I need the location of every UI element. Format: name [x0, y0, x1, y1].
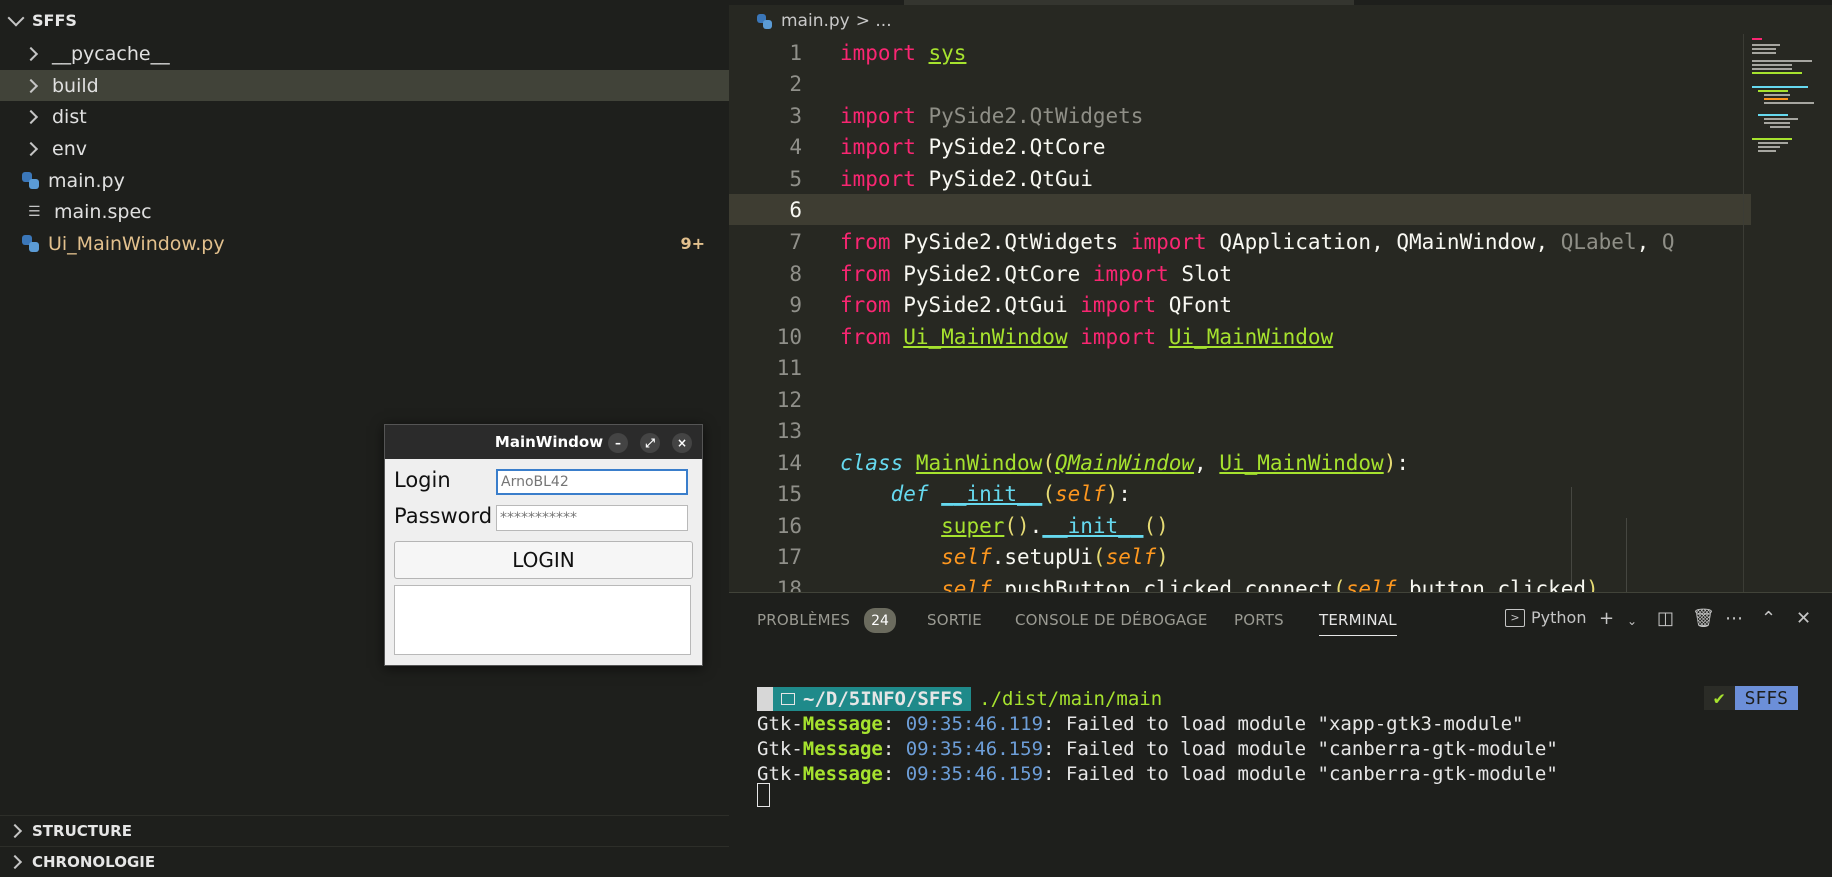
code-line: 13: [776, 418, 802, 443]
tree-item-pycache[interactable]: __pycache__: [0, 38, 729, 69]
code-line: 5 import PySide2.QtGui: [789, 166, 1093, 191]
split-terminal-icon[interactable]: ◫: [1657, 608, 1674, 629]
minimize-icon[interactable]: –: [608, 433, 628, 453]
chevron-down-icon[interactable]: ⌄: [1627, 614, 1637, 628]
chevron-right-icon: [23, 46, 39, 61]
right-prompt-dir: SFFS: [1734, 686, 1798, 710]
tree-item-label: main.spec: [54, 200, 152, 223]
qt-window-titlebar[interactable]: MainWindow – ⤢ ×: [385, 425, 702, 459]
qt-window-body: Login Password LOGIN: [385, 459, 702, 665]
terminal-profile-label: Python: [1531, 608, 1587, 627]
new-terminal-plus-icon[interactable]: +: [1599, 608, 1614, 629]
code-line: 8 from PySide2.QtCore import Slot: [789, 261, 1232, 286]
qt-main-window: MainWindow – ⤢ × Login Password LOGIN: [384, 424, 703, 666]
code-line: 12: [776, 387, 802, 412]
chevron-right-icon: [23, 78, 39, 93]
chronologie-panel-header[interactable]: CHRONOLOGIE: [0, 846, 729, 877]
tree-item-main-py[interactable]: main.py: [0, 165, 729, 196]
password-label: Password: [394, 504, 493, 528]
tree-item-label: env: [52, 137, 87, 160]
chevron-down-icon: [7, 9, 25, 26]
tree-item-dist[interactable]: dist: [0, 101, 729, 132]
output-text-area[interactable]: [394, 585, 691, 655]
password-input[interactable]: [496, 505, 688, 531]
breadcrumb-rest: > ...: [855, 11, 892, 31]
trash-icon[interactable]: 🗑: [1692, 608, 1715, 629]
root-folder-label: SFFS: [32, 11, 77, 30]
panel-header-label: CHRONOLOGIE: [32, 853, 156, 871]
problems-badge: 9+: [680, 234, 705, 253]
tab-terminal[interactable]: TERMINAL: [1319, 611, 1397, 636]
explorer-root-folder[interactable]: SFFS: [0, 5, 729, 36]
tab-ports[interactable]: PORTS: [1234, 611, 1284, 629]
login-label: Login: [394, 468, 451, 492]
qt-window-title: MainWindow: [494, 433, 604, 451]
folder-icon: [781, 692, 795, 705]
chevron-right-icon: [7, 854, 23, 870]
code-line: 14 class MainWindow(QMainWindow, Ui_MainW…: [776, 450, 1410, 475]
tabs-strip: [729, 0, 1832, 5]
structure-panel-header[interactable]: STRUCTURE: [0, 815, 729, 846]
terminal-right-prompt: ✔ SFFS: [1703, 686, 1798, 710]
tree-item-label: main.py: [48, 169, 125, 192]
tree-item-main-spec[interactable]: ☰ main.spec: [0, 196, 729, 227]
tab-problemes[interactable]: PROBLÈMES: [757, 611, 850, 629]
bottom-panel: PROBLÈMES 24 SORTIE CONSOLE DE DÉBOGAGE …: [729, 592, 1832, 864]
code-line: 10 from Ui_MainWindow import Ui_MainWindo…: [776, 324, 1334, 349]
python-file-icon: [757, 13, 772, 29]
code-line: 17 self.setupUi(self): [776, 544, 1169, 569]
tab-sortie[interactable]: SORTIE: [927, 611, 982, 629]
tree-item-label: Ui_MainWindow.py: [48, 232, 225, 255]
login-button[interactable]: LOGIN: [394, 541, 693, 579]
chevron-right-icon: [23, 141, 39, 156]
code-line: 15 def __init__(self):: [776, 481, 1131, 506]
code-line-current: 6: [729, 194, 1751, 225]
code-line: 9 from PySide2.QtGui import QFont: [789, 292, 1232, 317]
tree-item-label: __pycache__: [52, 42, 170, 65]
status-ok-icon: ✔: [1703, 686, 1735, 710]
tree-item-build[interactable]: build: [0, 70, 729, 101]
code-line: 2: [789, 71, 802, 96]
tab-console-debogage[interactable]: CONSOLE DE DÉBOGAGE: [1015, 611, 1208, 629]
breadcrumb[interactable]: main.py > ...: [757, 8, 892, 34]
maximize-icon[interactable]: ⤢: [640, 433, 660, 453]
more-actions-icon[interactable]: ⋯: [1725, 608, 1743, 629]
python-file-icon: [22, 235, 39, 252]
chevron-right-icon: [23, 109, 39, 124]
login-input[interactable]: [496, 469, 688, 495]
breadcrumb-file: main.py: [781, 11, 850, 31]
tree-item-ui-mainwindow-py[interactable]: Ui_MainWindow.py 9+: [0, 228, 729, 259]
tree-item-label: dist: [52, 105, 87, 128]
code-line: 4 import PySide2.QtCore: [789, 134, 1106, 159]
code-line: 11: [776, 355, 802, 380]
text-file-icon: ☰: [28, 203, 41, 220]
terminal-output-line: Gtk- Message: 09:35:46.159: Failed to loa…: [757, 737, 1558, 760]
python-file-icon: [22, 172, 39, 189]
problems-count-badge: 24: [864, 608, 896, 633]
terminal-output-line: Gtk- Message: 09:35:46.159: Failed to loa…: [757, 762, 1558, 785]
close-icon[interactable]: ×: [672, 433, 692, 453]
terminal-profile-button[interactable]: > Python: [1505, 608, 1586, 627]
minimap[interactable]: [1743, 34, 1824, 592]
chevron-right-icon: [7, 823, 23, 839]
terminal-prompt-line: ~/D/5INFO/SFFS ./dist/main/main: [757, 686, 1162, 711]
prompt-os-segment: [757, 686, 773, 711]
tree-item-env[interactable]: env: [0, 133, 729, 164]
terminal-output-line: Gtk- Message: 09:35:46.119: Failed to loa…: [757, 712, 1524, 735]
code-line: 7 from PySide2.QtWidgets import QApplicat…: [789, 229, 1675, 254]
code-editor[interactable]: main.py > ... 1 import sys 2 3 import PySi…: [729, 0, 1832, 592]
terminal-cursor: [757, 783, 770, 807]
prompt-path-segment: ~/D/5INFO/SFFS: [773, 686, 972, 711]
panel-header-label: STRUCTURE: [32, 822, 132, 840]
close-panel-icon[interactable]: ✕: [1796, 608, 1811, 629]
terminal-command: ./dist/main/main: [979, 687, 1163, 710]
code-line: 16 super().__init__(): [776, 513, 1169, 538]
code-line: 3 import PySide2.QtWidgets: [789, 103, 1144, 128]
maximize-panel-icon[interactable]: ⌃: [1761, 608, 1776, 629]
tree-item-label: build: [52, 74, 99, 97]
terminal-icon: >: [1505, 608, 1525, 627]
code-line: 18 self.pushButton.clicked.connect(self.…: [776, 576, 1599, 593]
code-line: 1 import sys: [789, 40, 967, 65]
